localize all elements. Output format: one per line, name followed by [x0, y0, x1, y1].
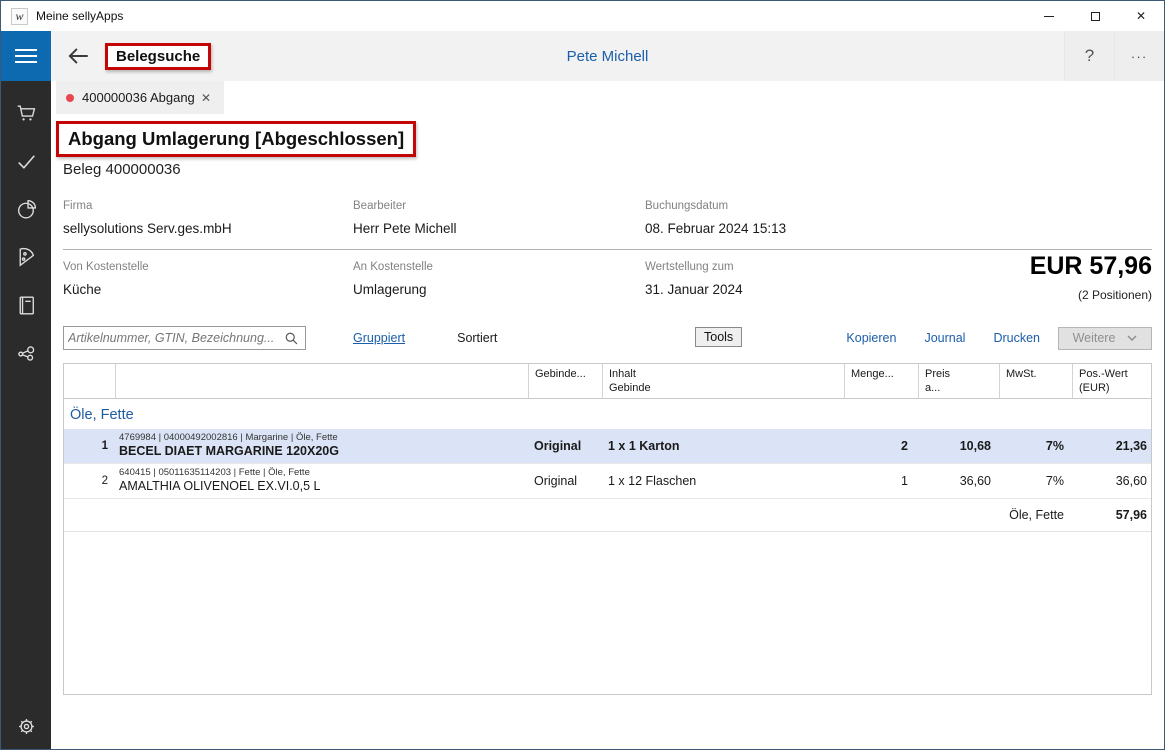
table-empty-area — [64, 532, 1151, 694]
tab-close-icon[interactable]: ✕ — [198, 89, 214, 107]
share-icon — [14, 341, 39, 366]
subtotal-value: 57,96 — [1072, 508, 1155, 522]
journal-link[interactable]: Journal — [924, 331, 965, 345]
article-meta: 640415 | 05011635114203 | Fette | Öle, F… — [119, 467, 528, 479]
article-name: BECEL DIAET MARGARINE 120X20G — [119, 444, 528, 460]
window-controls: ✕ — [1026, 1, 1164, 31]
positions-count: (2 Positionen) — [1030, 288, 1152, 302]
menu-icon — [15, 49, 37, 51]
group-subtotal-row: Öle, Fette 57,96 — [64, 499, 1151, 532]
group-header[interactable]: Öle, Fette — [64, 399, 1151, 429]
minimize-icon — [1044, 16, 1054, 17]
document-fields: Firma sellysolutions Serv.ges.mbH Bearbe… — [63, 192, 1152, 303]
subtotal-label: Öle, Fette — [64, 508, 1072, 522]
tab-strip: 400000036 Abgang ... ✕ — [51, 81, 1164, 114]
minimize-button[interactable] — [1026, 1, 1072, 31]
search-input[interactable] — [64, 331, 282, 345]
app-icon: w — [11, 8, 28, 25]
sorted-label[interactable]: Sortiert — [457, 331, 497, 345]
field-firma: Firma sellysolutions Serv.ges.mbH — [63, 200, 353, 236]
app-window: w Meine sellyApps ✕ — [0, 0, 1165, 750]
field-an-kostenstelle: An Kostenstelle Umlagerung — [353, 261, 645, 297]
close-icon: ✕ — [1136, 9, 1146, 23]
positions-toolbar: Gruppiert Sortiert Tools Kopieren Journa… — [63, 325, 1152, 351]
back-button[interactable] — [63, 41, 93, 71]
window-title: Meine sellyApps — [36, 9, 123, 23]
gear-icon — [14, 714, 39, 739]
field-bearbeiter: Bearbeiter Herr Pete Michell — [353, 200, 645, 236]
header-gebinde[interactable]: Gebinde... — [528, 364, 602, 399]
maximize-icon — [1091, 12, 1100, 21]
field-von-kostenstelle: Von Kostenstelle Küche — [63, 261, 353, 297]
checkmark-icon — [14, 149, 39, 174]
sidebar-item-statistics[interactable] — [1, 185, 51, 233]
header-menge[interactable]: Menge... — [844, 364, 918, 399]
cart-icon — [14, 101, 39, 126]
article-meta: 4769984 | 04000492002816 | Margarine | Ö… — [119, 432, 528, 444]
total-amount: EUR 57,96 — [1030, 252, 1152, 281]
more-dropdown-button[interactable]: Weitere — [1058, 327, 1152, 350]
document-total: EUR 57,96 (2 Positionen) — [1030, 252, 1152, 302]
copy-link[interactable]: Kopieren — [846, 331, 896, 345]
help-button[interactable]: ? — [1064, 31, 1114, 81]
tab-label: 400000036 Abgang ... — [82, 90, 198, 105]
sidebar-item-settings[interactable] — [1, 714, 51, 749]
search-icon[interactable] — [282, 331, 305, 346]
maximize-button[interactable] — [1072, 1, 1118, 31]
sidebar-item-share[interactable] — [1, 329, 51, 377]
table-header-row: Gebinde... Inhalt Gebinde Menge... Preis… — [64, 364, 1151, 399]
header-inhalt-gebinde[interactable]: Inhalt Gebinde — [602, 364, 844, 399]
page-title: Abgang Umlagerung [Abgeschlossen] — [56, 121, 416, 157]
book-icon — [14, 293, 39, 318]
breadcrumb[interactable]: Belegsuche — [105, 43, 211, 70]
tools-button[interactable]: Tools — [695, 327, 742, 347]
positions-table: Gebinde... Inhalt Gebinde Menge... Preis… — [63, 363, 1152, 695]
pie-chart-icon — [14, 197, 39, 222]
table-row[interactable]: 1 4769984 | 04000492002816 | Margarine |… — [64, 429, 1151, 464]
header-article[interactable] — [115, 364, 528, 399]
help-icon: ? — [1085, 46, 1094, 66]
search-field — [63, 326, 306, 350]
navbar: Belegsuche Pete Michell ? ∙∙∙ — [51, 31, 1164, 81]
sidebar-item-menu-card[interactable] — [1, 233, 51, 281]
user-name[interactable]: Pete Michell — [51, 48, 1164, 65]
table-row[interactable]: 2 640415 | 05011635114203 | Fette | Öle,… — [64, 464, 1151, 499]
header-pos[interactable] — [64, 364, 115, 399]
titlebar: w Meine sellyApps ✕ — [1, 1, 1164, 31]
document-number: Beleg 400000036 — [63, 161, 1152, 178]
grouped-link[interactable]: Gruppiert — [353, 331, 405, 345]
header-mwst[interactable]: MwSt. — [999, 364, 1072, 399]
chevron-down-icon — [1127, 335, 1137, 342]
more-options-button[interactable]: ∙∙∙ — [1114, 31, 1164, 81]
unsaved-dot-icon — [66, 94, 74, 102]
tab-document[interactable]: 400000036 Abgang ... ✕ — [56, 81, 224, 114]
sidebar-item-cart[interactable] — [1, 89, 51, 137]
document-view: Abgang Umlagerung [Abgeschlossen] Beleg … — [51, 114, 1164, 749]
back-arrow-icon — [65, 43, 91, 69]
sidebar — [1, 31, 51, 749]
menu-button[interactable] — [1, 31, 51, 81]
pizza-slice-icon — [14, 245, 39, 270]
close-button[interactable]: ✕ — [1118, 1, 1164, 31]
ellipsis-icon: ∙∙∙ — [1131, 49, 1148, 64]
header-pos-wert[interactable]: Pos.-Wert (EUR) — [1072, 364, 1155, 399]
field-buchungsdatum: Buchungsdatum 08. Februar 2024 15:13 — [645, 200, 1152, 236]
sidebar-item-tasks[interactable] — [1, 137, 51, 185]
header-preis[interactable]: Preis a... — [918, 364, 999, 399]
sidebar-item-journal[interactable] — [1, 281, 51, 329]
print-link[interactable]: Drucken — [993, 331, 1040, 345]
article-name: AMALTHIA OLIVENOEL EX.VI.0,5 L — [119, 479, 528, 495]
